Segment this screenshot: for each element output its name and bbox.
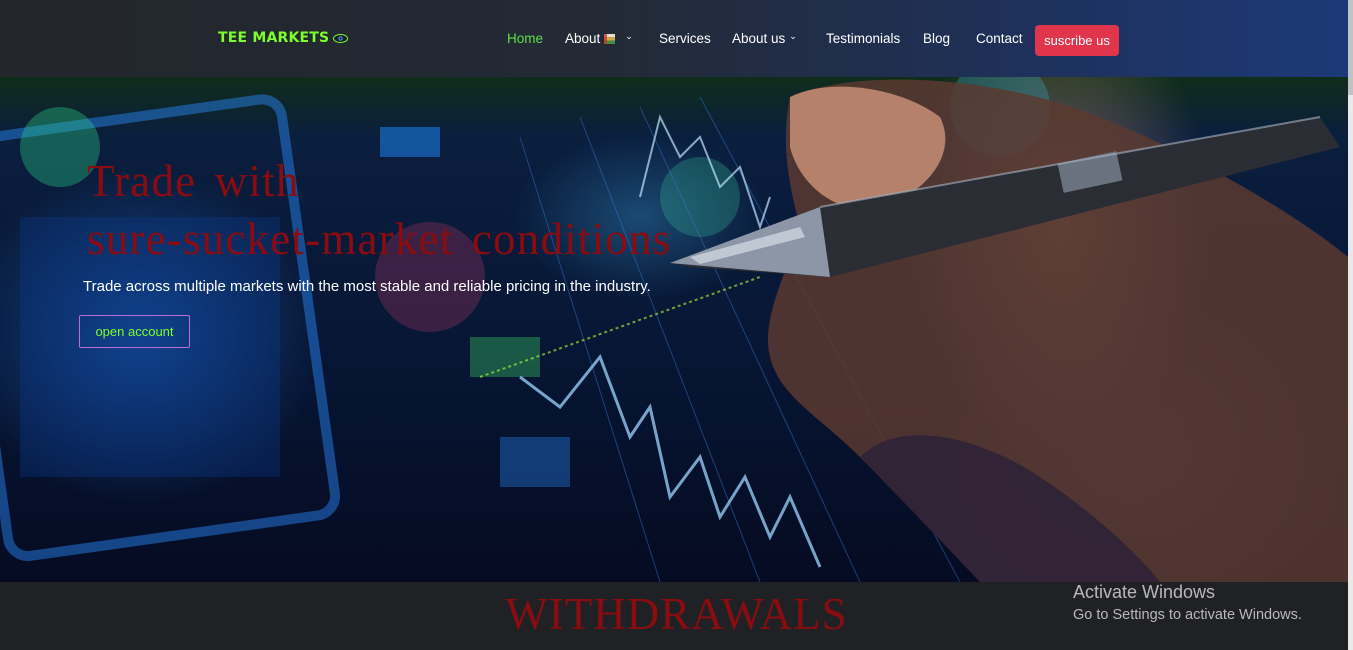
eye-logo-icon [333, 33, 349, 43]
nav-contact-label: Contact [976, 31, 1023, 46]
activate-windows-watermark: Activate Windows Go to Settings to activ… [1073, 581, 1302, 625]
nav-about-us-label: About us [732, 31, 786, 46]
chevron-down-icon: ⌄ [625, 31, 633, 41]
nav-services[interactable]: Services [659, 31, 711, 46]
nav-blog-label: Blog [923, 31, 951, 46]
nav-home[interactable]: Home [507, 31, 543, 46]
nav-about-us[interactable]: About us ⌄ [732, 31, 797, 46]
watermark-subtitle: Go to Settings to activate Windows. [1073, 607, 1302, 623]
nav-home-label: Home [507, 31, 544, 46]
hero-title-line-1: Trade with [87, 156, 300, 206]
hero-subtitle: Trade across multiple markets with the m… [83, 278, 651, 295]
open-account-button[interactable]: open account [79, 315, 190, 348]
chevron-down-icon: ⌄ [789, 31, 797, 41]
hero-title-line-2: sure-sucket-market conditions [87, 214, 672, 264]
flag-icon [604, 33, 616, 44]
top-navbar: TEE MARKETS Home About ⌄ Services About … [0, 0, 1353, 77]
nav-contact[interactable]: Contact [976, 31, 1023, 46]
brand-logo[interactable]: TEE MARKETS [218, 30, 349, 46]
subscribe-button[interactable]: suscribe us [1035, 25, 1119, 56]
page-scrollbar[interactable] [1348, 0, 1353, 650]
nav-testimonials-label: Testimonials [826, 31, 901, 46]
nav-blog[interactable]: Blog [923, 31, 950, 46]
nav-testimonials[interactable]: Testimonials [826, 31, 900, 46]
watermark-title: Activate Windows [1073, 582, 1216, 602]
scrollbar-thumb[interactable] [1348, 0, 1353, 95]
nav-services-label: Services [659, 31, 711, 46]
hero-title: Trade with sure-sucket-market conditions [87, 152, 671, 268]
brand-name: TEE MARKETS [218, 30, 330, 46]
nav-about-label: About [565, 31, 601, 46]
hero-banner: Trade with sure-sucket-market conditions… [0, 77, 1348, 582]
nav-about[interactable]: About ⌄ [565, 31, 633, 46]
